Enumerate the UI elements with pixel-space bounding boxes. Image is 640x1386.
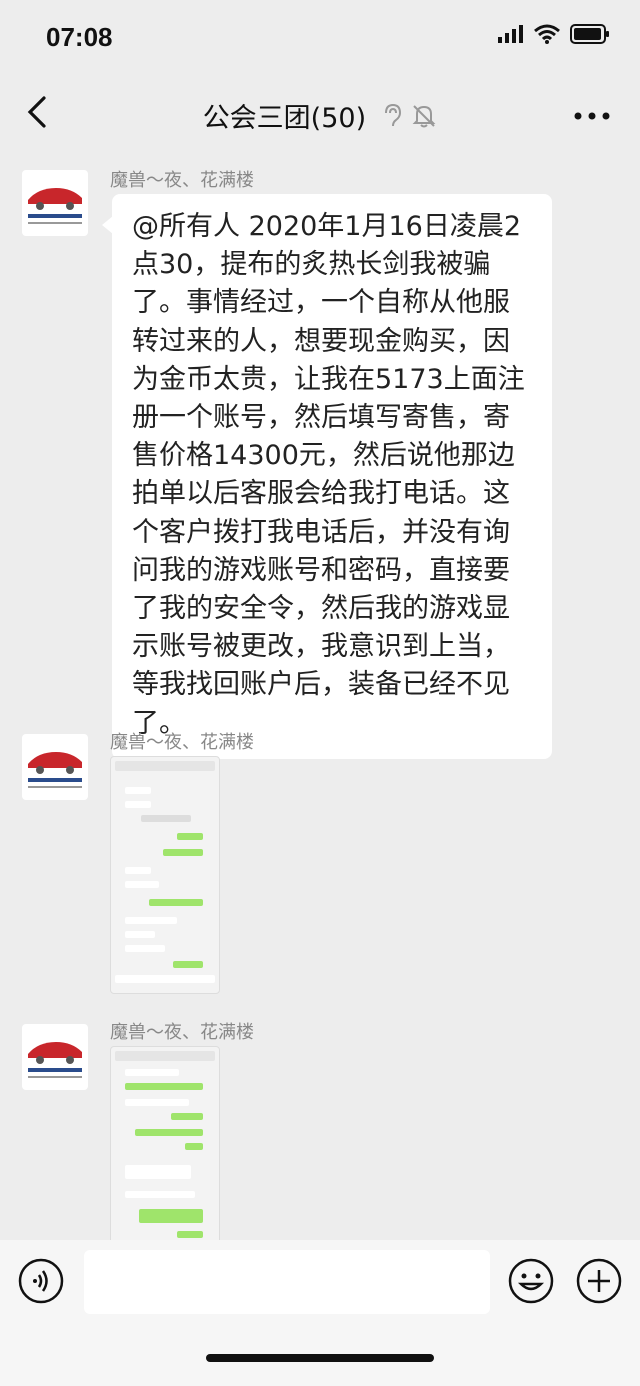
status-icons (498, 24, 610, 44)
nav-bar: 公会三团(50) (0, 80, 640, 150)
message-line: 了。事情经过，一个自称从他服 (132, 287, 510, 319)
bell-muted-icon (412, 105, 436, 128)
plus-icon (576, 1258, 622, 1304)
avatar[interactable] (22, 1024, 88, 1090)
chat-title: 公会三团(50) (202, 103, 367, 134)
message-line: 等我找回账户后，装备已经不见 (132, 669, 510, 701)
more-icon (574, 112, 610, 120)
message-bubble[interactable]: @所有人 2020年1月16日凌晨2 点30，提布的炙热长剑我被骗 了。事情经过… (102, 194, 552, 759)
avatar[interactable] (22, 170, 88, 236)
plus-button[interactable] (576, 1258, 622, 1304)
message-line: 为金币太贵，让我在5173上面注 (132, 363, 525, 395)
message-line: 示账号被更改，我意识到上当， (132, 631, 510, 663)
ear-icon (384, 103, 401, 127)
car-logo-icon (28, 1042, 82, 1078)
image-message[interactable] (110, 756, 220, 994)
status-time: 07:08 (46, 22, 113, 52)
emoji-icon (508, 1258, 554, 1304)
message-line: 了我的安全令，然后我的游戏显 (132, 593, 510, 625)
message-line: 售价格14300元，然后说他那边 (132, 440, 515, 472)
home-indicator (206, 1354, 434, 1362)
chat-area[interactable]: 魔兽～夜、花满楼 @所有人 2020年1月16日凌晨2 点30，提布的炙热长剑我… (0, 150, 640, 1240)
more-button[interactable] (572, 96, 612, 136)
title-icons (381, 103, 438, 136)
avatar[interactable] (22, 734, 88, 800)
message-line: 拍单以后客服会给我打电话。这 (132, 478, 510, 510)
car-logo-icon (28, 188, 82, 224)
voice-icon (18, 1258, 64, 1304)
message-line: 问我的游戏账号和密码，直接要 (132, 554, 510, 586)
input-bar (0, 1240, 640, 1386)
message-line: 个客户拨打我电话后，并没有询 (132, 516, 510, 548)
wifi-icon (534, 24, 560, 44)
sender-name: 魔兽～夜、花满楼 (110, 732, 254, 753)
message-input[interactable] (84, 1250, 490, 1314)
voice-button[interactable] (18, 1258, 64, 1304)
image-message[interactable] (110, 1046, 220, 1240)
battery-icon (570, 24, 609, 44)
sender-name: 魔兽～夜、花满楼 (110, 170, 254, 191)
message-line: 转过来的人，想要现金购买，因 (132, 325, 510, 357)
message-line: @所有人 2020年1月16日凌晨2 (132, 211, 522, 242)
status-bar: 07:08 (0, 0, 640, 80)
emoji-button[interactable] (508, 1258, 554, 1304)
message-line: 点30，提布的炙热长剑我被骗 (132, 249, 491, 281)
chat-title-area: 公会三团(50) (0, 96, 640, 136)
car-logo-icon (28, 752, 82, 788)
message-line: 册一个账号，然后填写寄售，寄 (132, 402, 510, 434)
cellular-signal-icon (498, 25, 523, 43)
sender-name: 魔兽～夜、花满楼 (110, 1022, 254, 1043)
